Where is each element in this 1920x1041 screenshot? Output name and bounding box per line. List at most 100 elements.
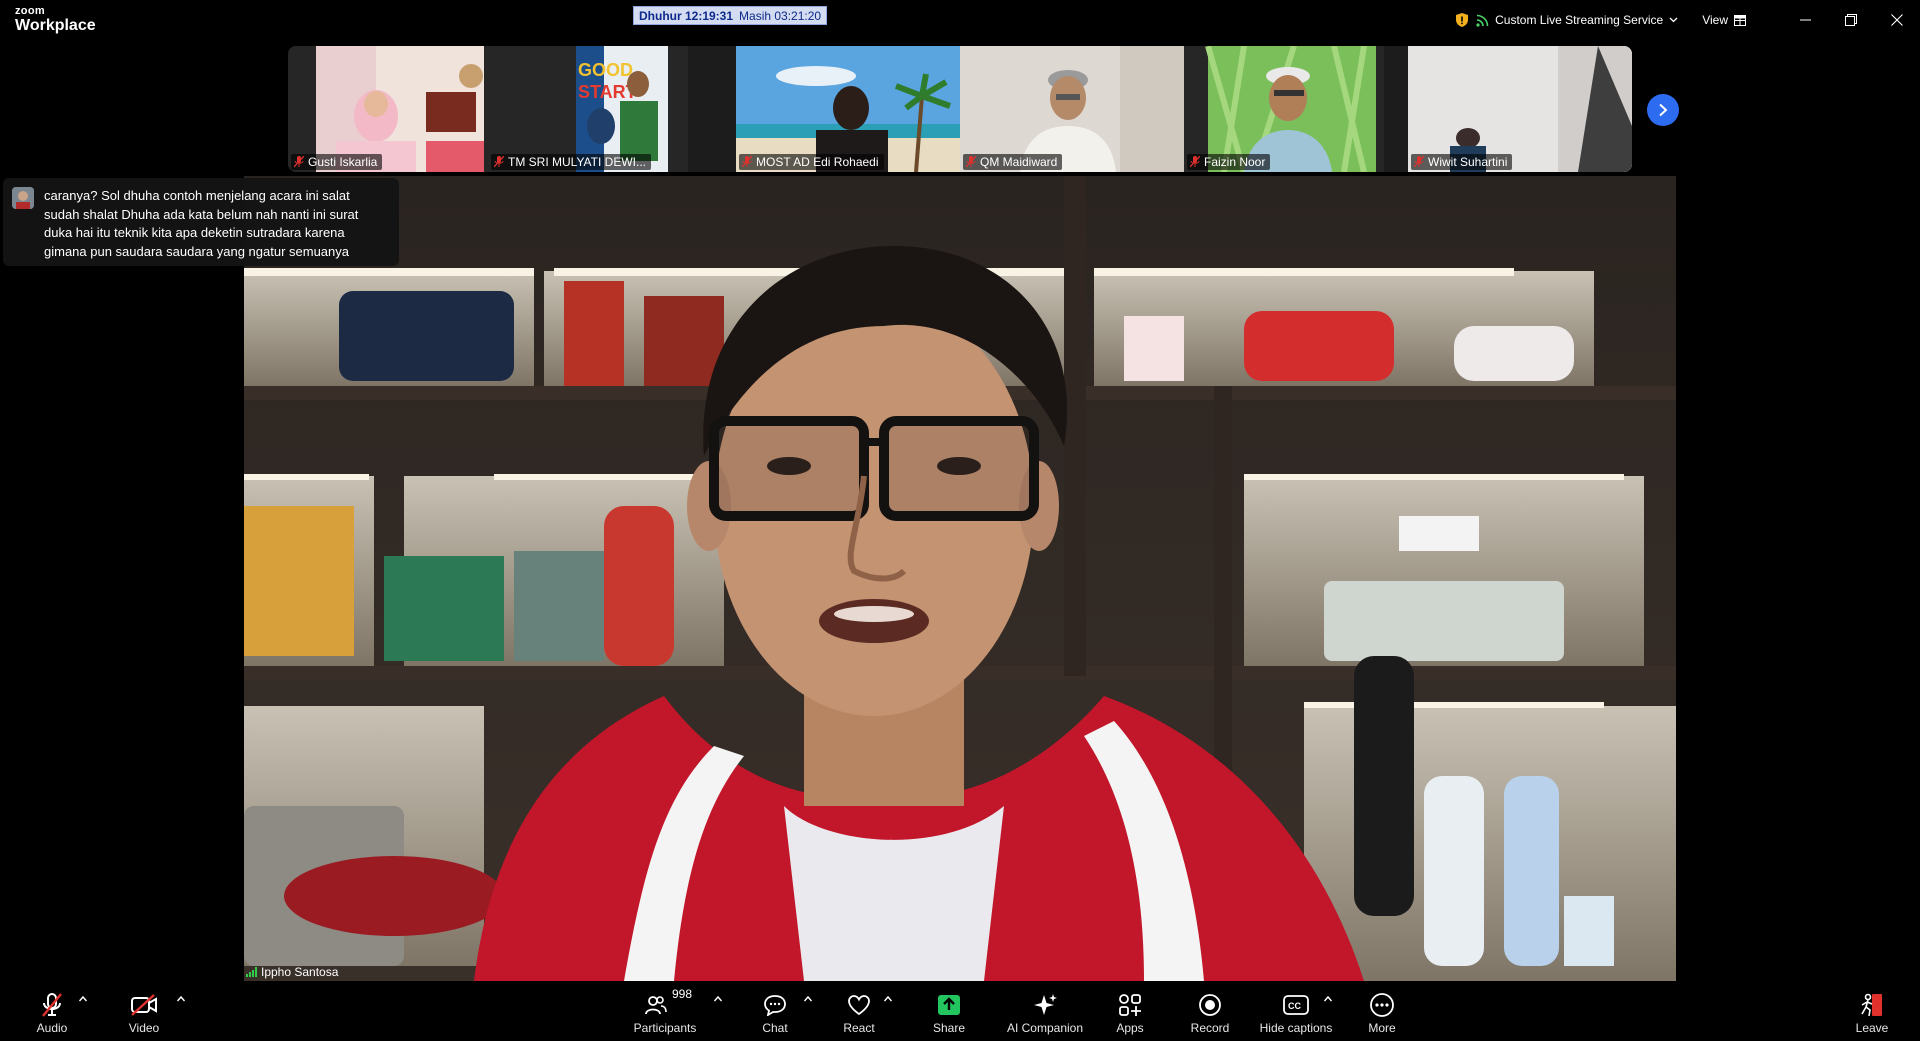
- record-icon: [1199, 994, 1221, 1016]
- leave-icon: [1861, 993, 1882, 1017]
- share-label: Share: [932, 1021, 966, 1035]
- svg-text:GOOD: GOOD: [578, 60, 633, 80]
- closed-captions-icon: CC: [1283, 995, 1309, 1015]
- next-page-button[interactable]: [1647, 94, 1679, 126]
- apps-button[interactable]: Apps: [1110, 981, 1150, 1041]
- heart-icon: [848, 995, 870, 1016]
- audio-options-caret-icon[interactable]: [78, 995, 88, 1003]
- chevron-down-icon: [1669, 17, 1678, 23]
- participant-name-tag: Wiwit Suhartini: [1411, 154, 1513, 170]
- participant-name: Wiwit Suhartini: [1428, 155, 1508, 169]
- hide-captions-button[interactable]: CC Hide captions: [1256, 981, 1336, 1041]
- restore-icon: [1845, 14, 1857, 26]
- speaker-video-frame: [244, 176, 1676, 981]
- ai-companion-button[interactable]: AI Companion: [1000, 981, 1090, 1041]
- video-options-caret-icon[interactable]: [176, 995, 186, 1003]
- ai-sparkle-icon: [1034, 994, 1057, 1015]
- chevron-right-icon: [1659, 103, 1668, 117]
- chat-button[interactable]: Chat: [755, 981, 795, 1041]
- logo-zoom-text: zoom: [15, 5, 45, 17]
- live-streaming-menu[interactable]: Custom Live Streaming Service: [1476, 13, 1678, 27]
- close-icon: [1891, 14, 1903, 26]
- participant-name-tag: Gusti Iskarlia: [291, 154, 383, 170]
- record-label: Record: [1190, 1021, 1230, 1035]
- react-label: React: [843, 1021, 875, 1035]
- share-screen-icon: [938, 995, 960, 1015]
- participant-tile[interactable]: GOOD START TM SRI MULYATI DEWI...: [488, 46, 688, 172]
- logo-workplace-text: Workplace: [15, 17, 96, 34]
- muted-mic-icon: [294, 156, 304, 168]
- caption-speaker-avatar: [12, 187, 34, 209]
- minimize-button[interactable]: [1782, 0, 1828, 40]
- muted-mic-icon: [494, 156, 504, 168]
- participants-button[interactable]: 998 Participants: [630, 981, 700, 1041]
- participants-options-caret-icon[interactable]: [713, 995, 723, 1003]
- live-caption-box: caranya? Sol dhuha contoh menjelang acar…: [3, 178, 399, 266]
- muted-mic-icon: [1414, 156, 1424, 168]
- participant-name: TM SRI MULYATI DEWI...: [508, 155, 646, 169]
- participant-name: Faizin Noor: [1204, 155, 1266, 169]
- participant-name: QM Maidiward: [980, 155, 1058, 169]
- muted-mic-icon: [1190, 156, 1200, 168]
- audio-label: Audio: [36, 1021, 68, 1035]
- audio-level-icon: [246, 967, 257, 977]
- participant-name-tag: Faizin Noor: [1187, 154, 1271, 170]
- leave-label: Leave: [1855, 1021, 1889, 1035]
- more-label: More: [1368, 1021, 1396, 1035]
- view-menu-button[interactable]: View: [1702, 13, 1746, 27]
- apps-icon: [1119, 994, 1141, 1016]
- react-options-caret-icon[interactable]: [883, 995, 893, 1003]
- chat-options-caret-icon[interactable]: [803, 995, 813, 1003]
- speaker-name-tag: Ippho Santosa: [246, 965, 338, 979]
- participants-count: 998: [672, 987, 693, 1001]
- participant-tile[interactable]: Faizin Noor: [1184, 46, 1384, 172]
- participant-name-tag: QM Maidiward: [963, 154, 1063, 170]
- prayer-remaining: Masih 03:21:20: [739, 8, 822, 23]
- record-button[interactable]: Record: [1190, 981, 1230, 1041]
- video-button[interactable]: Video: [124, 981, 164, 1041]
- chat-bubble-icon: [764, 995, 786, 1016]
- ai-companion-label: AI Companion: [1006, 1021, 1084, 1035]
- view-label: View: [1702, 13, 1728, 27]
- participant-tile[interactable]: Gusti Iskarlia: [288, 46, 488, 172]
- apps-label: Apps: [1116, 1021, 1144, 1035]
- leave-meeting-button[interactable]: Leave: [1852, 981, 1892, 1041]
- prayer-timer: Dhuhur 12:19:31 Masih 03:21:20: [633, 6, 828, 25]
- more-button[interactable]: More: [1362, 981, 1402, 1041]
- participant-strip: Gusti Iskarlia GOOD START TM SRI MULYATI…: [288, 46, 1632, 172]
- captions-options-caret-icon[interactable]: [1323, 995, 1333, 1003]
- participant-name: MOST AD Edi Rohaedi: [756, 155, 879, 169]
- caption-text: caranya? Sol dhuha contoh menjelang acar…: [44, 188, 359, 259]
- participant-name: Gusti Iskarlia: [308, 155, 378, 169]
- security-shield-icon[interactable]: [1456, 13, 1469, 27]
- muted-mic-icon: [42, 993, 62, 1017]
- svg-text:CC: CC: [1288, 1001, 1301, 1011]
- grid-view-icon: [1734, 14, 1746, 26]
- restore-button[interactable]: [1828, 0, 1874, 40]
- participant-tile[interactable]: Wiwit Suhartini: [1408, 46, 1632, 172]
- meeting-toolbar: Audio Video 998 Participants Chat React …: [0, 981, 1920, 1041]
- active-speaker-video[interactable]: Ippho Santosa: [244, 176, 1676, 981]
- more-ellipsis-icon: [1370, 993, 1394, 1017]
- muted-mic-icon: [742, 156, 752, 168]
- chat-label: Chat: [762, 1021, 788, 1035]
- react-button[interactable]: React: [839, 981, 879, 1041]
- video-off-icon: [131, 994, 157, 1016]
- audio-button[interactable]: Audio: [32, 981, 72, 1041]
- participant-tile[interactable]: MOST AD Edi Rohaedi: [736, 46, 960, 172]
- minimize-icon: [1799, 19, 1811, 21]
- participants-label: Participants: [633, 1021, 697, 1035]
- share-screen-button[interactable]: Share: [929, 981, 969, 1041]
- video-label: Video: [128, 1021, 160, 1035]
- participant-name-tag: TM SRI MULYATI DEWI...: [491, 154, 651, 170]
- prayer-time-label: Dhuhur 12:19:31: [639, 8, 734, 23]
- live-stream-icon: [1476, 14, 1489, 27]
- close-window-button[interactable]: [1874, 0, 1920, 40]
- muted-mic-icon: [966, 156, 976, 168]
- participant-name-tag: MOST AD Edi Rohaedi: [739, 154, 884, 170]
- title-bar: zoom Workplace Dhuhur 12:19:31 Masih 03:…: [0, 0, 1920, 44]
- hide-captions-label: Hide captions: [1259, 1021, 1333, 1035]
- participant-tile[interactable]: QM Maidiward: [960, 46, 1184, 172]
- streaming-label: Custom Live Streaming Service: [1495, 13, 1664, 27]
- speaker-name: Ippho Santosa: [261, 965, 339, 979]
